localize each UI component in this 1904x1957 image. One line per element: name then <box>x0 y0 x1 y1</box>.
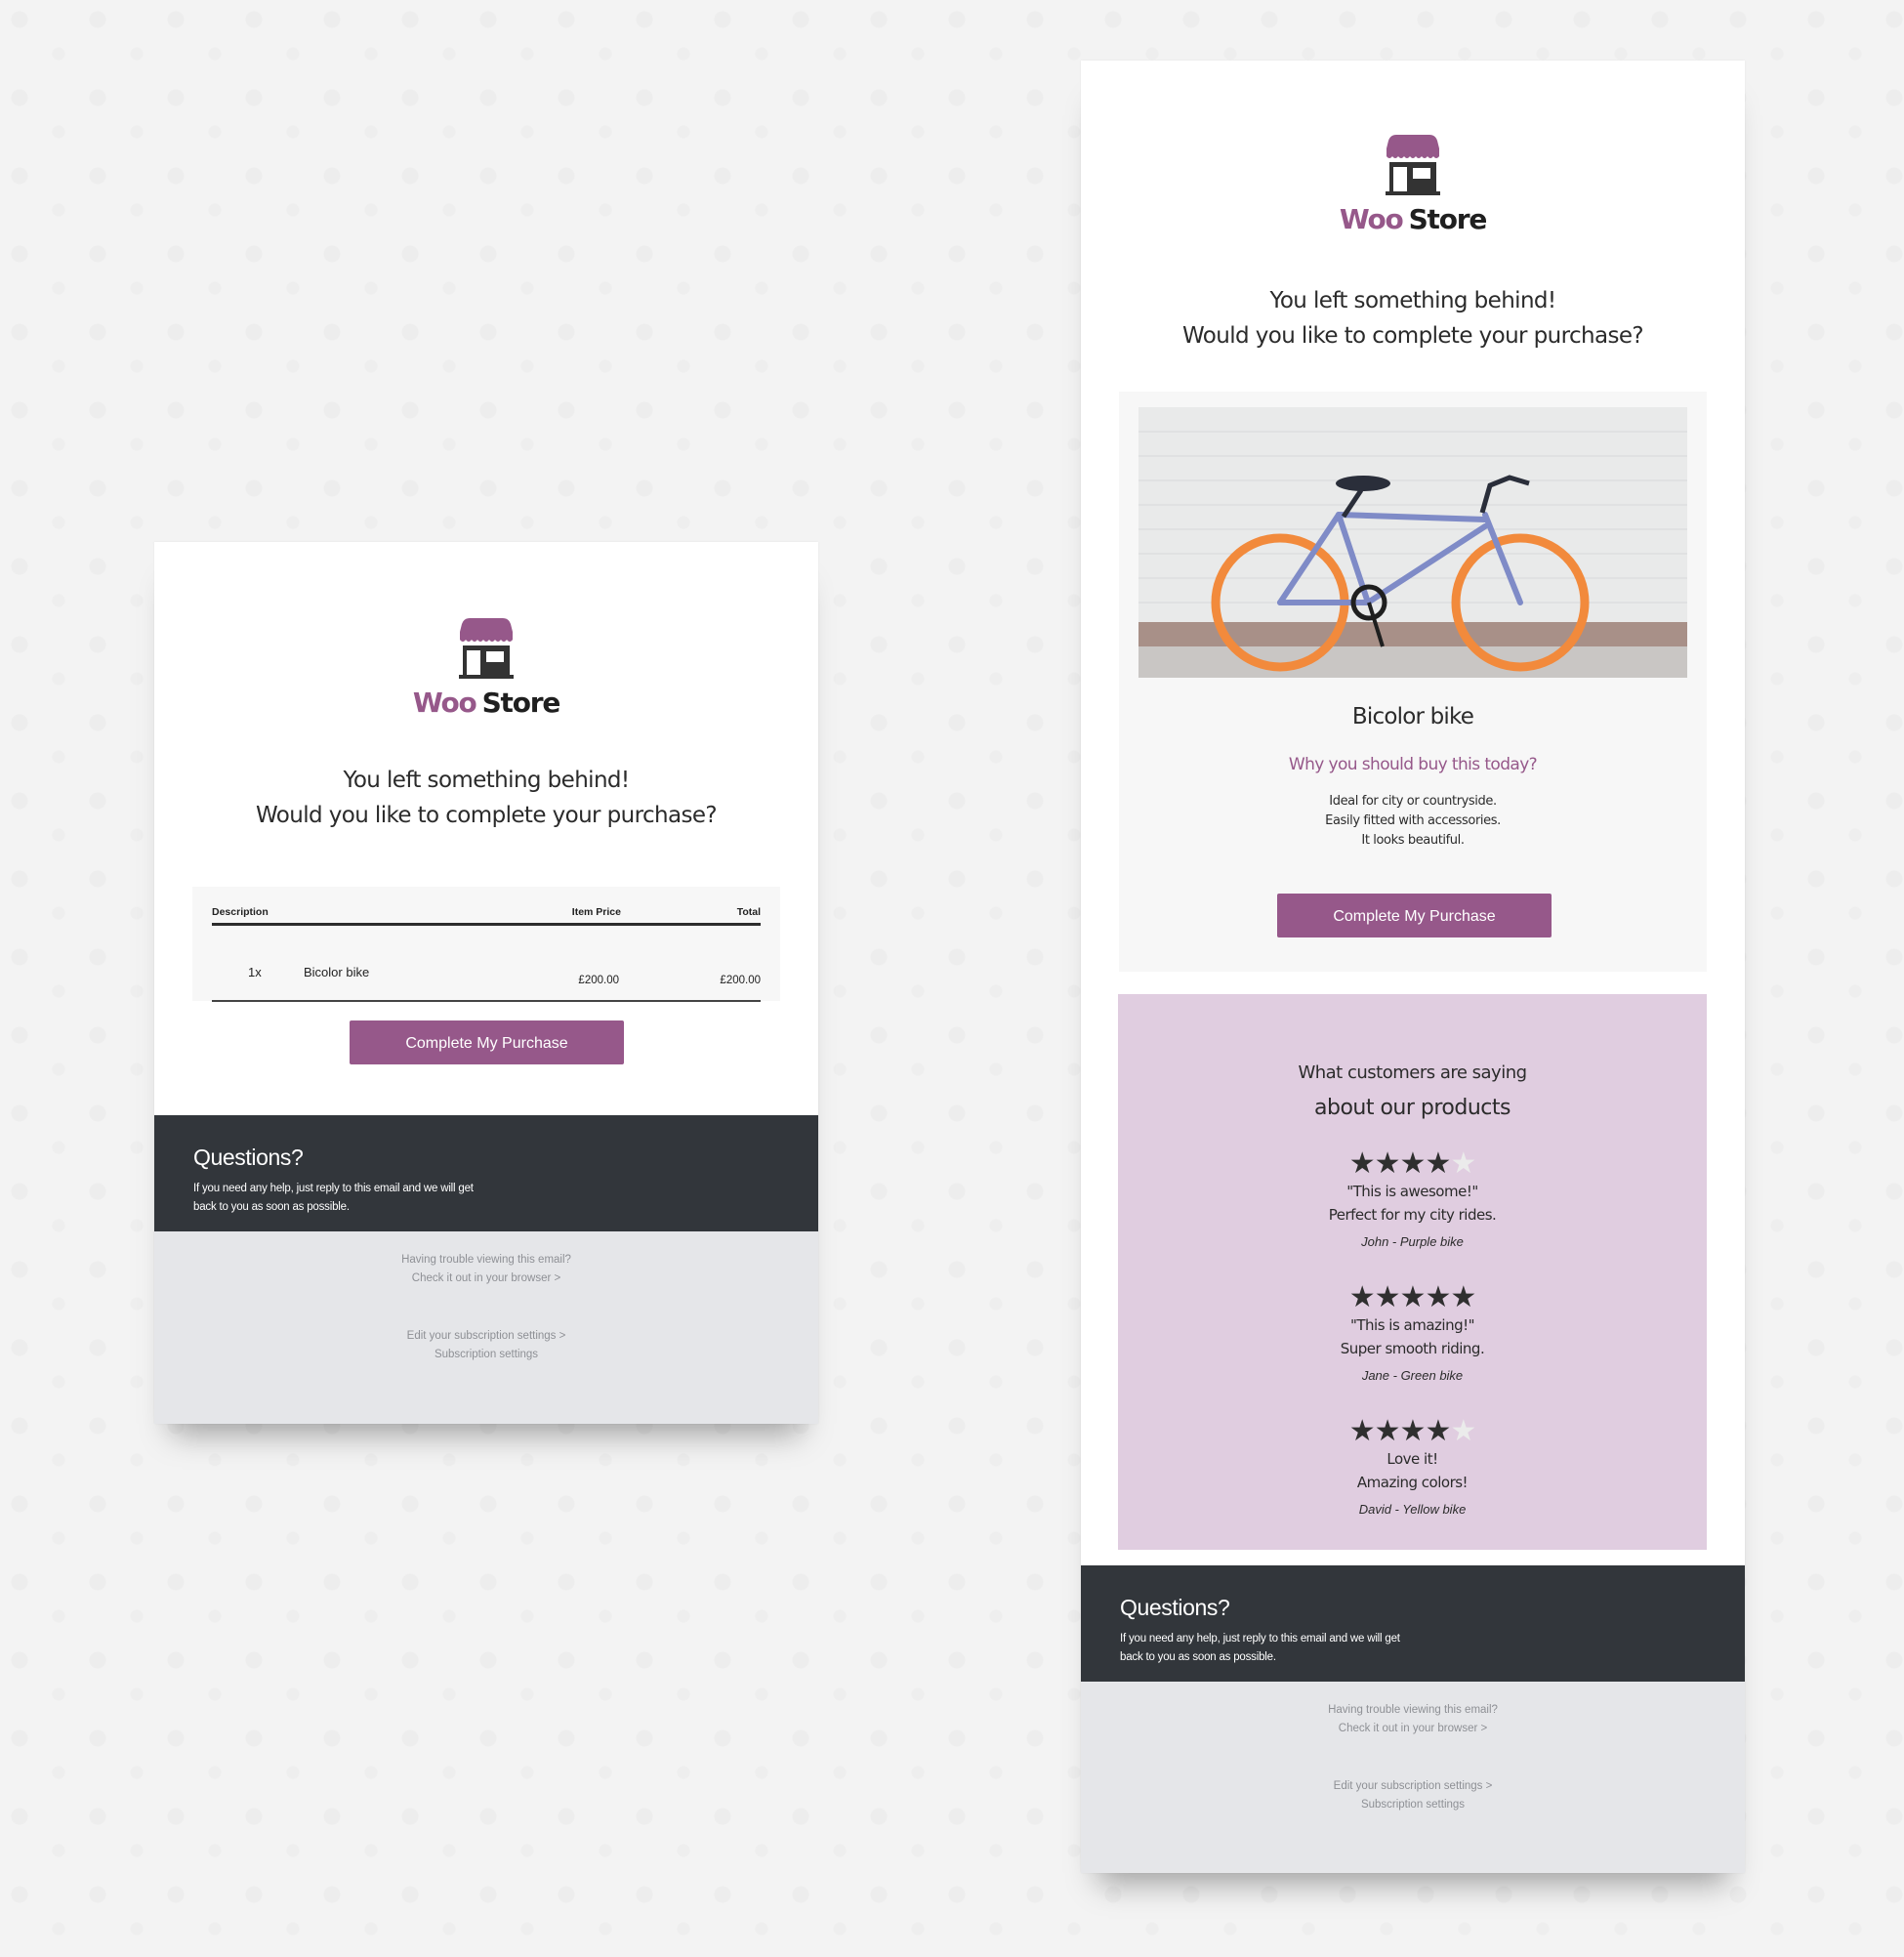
star-filled-icon: ★ <box>1348 1281 1376 1313</box>
benefit-item: Easily fitted with accessories. <box>1325 813 1501 828</box>
star-filled-icon: ★ <box>1374 1415 1401 1447</box>
headline-line2: Would you like to complete your purchase… <box>1181 323 1644 349</box>
review-author: David - Yellow bike <box>1358 1502 1467 1517</box>
star-rating: ★★★★★ <box>1118 1282 1707 1313</box>
star-rating: ★★★★★ <box>1118 1148 1707 1180</box>
headline-line1: You left something behind! <box>1269 288 1556 313</box>
edit-subscription-link[interactable]: Edit your subscription settings > <box>154 1327 818 1346</box>
review-author: Jane - Green bike <box>1361 1368 1464 1383</box>
view-in-browser-link[interactable]: Check it out in your browser > <box>154 1270 818 1288</box>
headline: You left something behind! Would you lik… <box>1081 283 1745 354</box>
questions-section: Questions? If you need any help, just re… <box>1081 1565 1745 1682</box>
star-filled-icon: ★ <box>1425 1147 1451 1180</box>
review-author: John - Purple bike <box>1361 1234 1464 1249</box>
store-logo: Woo Store <box>154 616 818 719</box>
trouble-viewing-text: Having trouble viewing this email? <box>1328 1704 1498 1716</box>
headline: You left something behind! Would you lik… <box>154 763 818 833</box>
bike-photo <box>1138 407 1687 678</box>
row-divider <box>212 1000 761 1002</box>
review-body: Super smooth riding. <box>1340 1340 1485 1357</box>
headline-line1: You left something behind! <box>343 768 630 793</box>
item-name: Bicolor bike <box>304 965 370 979</box>
star-filled-icon: ★ <box>1425 1415 1451 1447</box>
star-filled-icon: ★ <box>1399 1415 1427 1447</box>
footer-links: Having trouble viewing this email? Check… <box>1081 1682 1745 1873</box>
brand-woo: Woo <box>412 687 477 719</box>
product-card: Bicolor bike Why you should buy this tod… <box>1119 392 1707 972</box>
questions-text: If you need any help, just reply to this… <box>1120 1633 1400 1663</box>
star-filled-icon: ★ <box>1425 1281 1451 1313</box>
star-filled-icon: ★ <box>1348 1147 1376 1180</box>
review-item: ★★★★★ "This is awesome!" Perfect for my … <box>1118 1148 1707 1250</box>
brand-store: Store <box>481 687 561 719</box>
footer-links: Having trouble viewing this email? Check… <box>154 1231 818 1424</box>
questions-text: If you need any help, just reply to this… <box>193 1183 474 1213</box>
complete-purchase-button[interactable]: Complete My Purchase <box>350 1020 624 1064</box>
star-empty-icon: ★ <box>1450 1415 1476 1447</box>
product-title: Bicolor bike <box>1351 704 1474 729</box>
email-preview-order-table: Woo Store You left something behind! Woul… <box>154 542 818 1424</box>
column-header-total: Total <box>736 906 761 918</box>
subscription-settings-link[interactable]: Subscription settings <box>1081 1796 1745 1814</box>
review-body: Amazing colors! <box>1356 1474 1469 1491</box>
storefront-icon <box>459 618 514 679</box>
product-image[interactable] <box>1138 407 1687 678</box>
benefit-item: It looks beautiful. <box>1361 833 1465 848</box>
complete-purchase-button[interactable]: Complete My Purchase <box>1277 894 1552 937</box>
edit-subscription-link[interactable]: Edit your subscription settings > <box>1081 1777 1745 1796</box>
star-filled-icon: ★ <box>1348 1415 1376 1447</box>
trouble-viewing-text: Having trouble viewing this email? <box>401 1254 571 1266</box>
brand-name: Woo Store <box>1081 203 1745 235</box>
brand-name: Woo Store <box>154 687 818 719</box>
headline-line2: Would you like to complete your purchase… <box>255 803 718 828</box>
review-quote: Love it! <box>1387 1450 1438 1468</box>
order-summary: Description Item Price Total 1x Bicolor … <box>192 887 780 1001</box>
star-filled-icon: ★ <box>1399 1147 1427 1180</box>
review-quote: "This is amazing!" <box>1349 1316 1475 1334</box>
storefront-icon <box>1386 135 1440 195</box>
star-rating: ★★★★★ <box>1118 1416 1707 1447</box>
product-benefits: Ideal for city or countryside. Easily fi… <box>1119 792 1707 851</box>
star-empty-icon: ★ <box>1450 1147 1476 1180</box>
questions-section: Questions? If you need any help, just re… <box>154 1115 818 1231</box>
star-filled-icon: ★ <box>1399 1281 1427 1313</box>
column-header-description: Description <box>212 906 269 918</box>
reviews-title: What customers are saying about our prod… <box>1118 1057 1707 1127</box>
review-body: Perfect for my city rides. <box>1328 1206 1497 1224</box>
header-divider <box>212 923 761 926</box>
store-logo: Woo Store <box>1081 133 1745 235</box>
brand-store: Store <box>1408 203 1488 235</box>
benefit-item: Ideal for city or countryside. <box>1329 794 1497 809</box>
star-filled-icon: ★ <box>1374 1281 1401 1313</box>
review-quote: "This is awesome!" <box>1346 1183 1478 1200</box>
questions-title: Questions? <box>193 1145 304 1170</box>
column-header-item-price: Item Price <box>571 906 621 918</box>
item-quantity: 1x <box>248 965 262 979</box>
view-in-browser-link[interactable]: Check it out in your browser > <box>1081 1720 1745 1738</box>
customer-reviews: What customers are saying about our prod… <box>1118 994 1707 1550</box>
brand-woo: Woo <box>1339 203 1404 235</box>
questions-title: Questions? <box>1120 1595 1230 1620</box>
review-item: ★★★★★ Love it! Amazing colors! David - Y… <box>1118 1416 1707 1518</box>
item-price: £200.00 <box>578 975 619 986</box>
subscription-settings-link[interactable]: Subscription settings <box>154 1346 818 1364</box>
review-item: ★★★★★ "This is amazing!" Super smooth ri… <box>1118 1282 1707 1384</box>
product-why-heading: Why you should buy this today? <box>1288 755 1538 774</box>
star-filled-icon: ★ <box>1450 1281 1476 1313</box>
star-filled-icon: ★ <box>1374 1147 1401 1180</box>
item-total: £200.00 <box>720 975 761 986</box>
email-preview-product-reviews: Woo Store You left something behind! Woul… <box>1081 61 1745 1873</box>
reviews-title-line2: about our products <box>1314 1096 1511 1120</box>
reviews-title-line1: What customers are saying <box>1298 1062 1527 1083</box>
